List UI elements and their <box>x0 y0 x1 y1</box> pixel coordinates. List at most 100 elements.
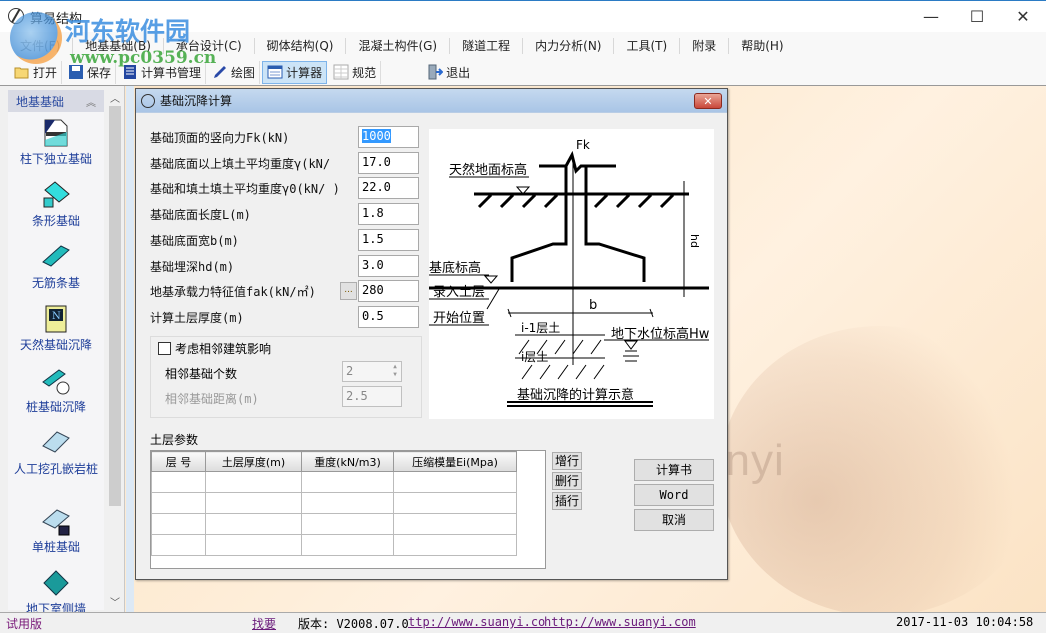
diagram-width-label: b <box>589 298 597 313</box>
bored-pile-icon <box>42 431 70 453</box>
table-cell[interactable] <box>205 534 302 556</box>
menu-file[interactable]: 文件(F) <box>8 37 74 54</box>
report-manager-button[interactable]: 计算书管理 <box>118 60 207 84</box>
diagram-base-label: 基底标高 <box>429 260 481 276</box>
soil-params-table[interactable]: 层 号 土层厚度(m) 重度(kN/m3) 压缩模量Ei(Mpa) <box>150 450 546 569</box>
menu-appendix[interactable]: 附录 <box>680 37 730 54</box>
sidebar-item-single-pile[interactable]: 单桩基础 <box>8 506 104 562</box>
embed-depth-input[interactable]: 3.0 <box>358 255 419 277</box>
table-cell[interactable] <box>393 513 517 535</box>
sidebar-header-label: 地基基础 <box>16 94 65 109</box>
table-cell[interactable] <box>151 534 206 556</box>
menu-pile-cap[interactable]: 承台设计(C) <box>164 37 255 54</box>
sidebar-item-label: 天然基础沉降 <box>19 338 92 352</box>
menu-tools[interactable]: 工具(T) <box>614 37 681 54</box>
table-row[interactable] <box>151 513 517 535</box>
table-cell[interactable] <box>393 534 517 556</box>
dialog-titlebar[interactable]: 基础沉降计算 <box>136 89 727 113</box>
code-button[interactable]: 规范 <box>329 60 382 84</box>
menu-tunnel[interactable]: 隧道工程 <box>450 37 524 54</box>
sidebar-scroll-thumb[interactable] <box>109 106 121 506</box>
column-header-modulus[interactable]: 压缩模量Ei(Mpa) <box>393 451 517 472</box>
folder-open-icon <box>14 67 29 79</box>
adjacent-building-checkbox[interactable] <box>158 342 171 355</box>
add-row-button[interactable]: 增行 <box>552 452 582 470</box>
adjacent-distance-input[interactable]: 2.5 <box>342 386 402 407</box>
menu-foundation[interactable]: 地基基础(B) <box>73 37 164 54</box>
table-cell[interactable] <box>151 513 206 535</box>
sidebar-item-pile-settlement[interactable]: 桩基础沉降 <box>8 366 104 422</box>
status-link-find[interactable]: 找要 <box>252 615 276 632</box>
table-cell[interactable] <box>301 534 394 556</box>
adjacent-count-stepper[interactable]: 2 ▲ ▼ <box>342 361 402 382</box>
menu-bar: 文件(F) 地基基础(B) 承台设计(C) 砌体结构(Q) 混凝土构件(G) 隧… <box>0 32 1046 59</box>
menu-masonry[interactable]: 砌体结构(Q) <box>255 37 347 54</box>
layer-thickness-input[interactable]: 0.5 <box>358 306 419 328</box>
save-button[interactable]: 保存 <box>64 60 117 84</box>
close-button[interactable]: ✕ <box>1000 1 1046 32</box>
menu-help[interactable]: 帮助(H) <box>729 38 795 54</box>
table-cell[interactable] <box>301 513 394 535</box>
svg-text:N: N <box>52 311 61 322</box>
column-header-unit-weight[interactable]: 重度(kN/m3) <box>301 451 394 472</box>
table-cell[interactable] <box>205 471 302 493</box>
cancel-button[interactable]: 取消 <box>634 509 714 531</box>
minimize-button[interactable]: — <box>908 1 954 32</box>
table-row[interactable] <box>151 471 517 493</box>
website-link-1[interactable]: ttp://www.suanyi.co <box>408 615 545 629</box>
table-cell[interactable] <box>151 492 206 514</box>
table-cell[interactable] <box>151 471 206 493</box>
avg-unit-weight-input[interactable]: 22.0 <box>358 177 419 199</box>
sidebar-scrollbar[interactable]: ︿ ﹀ <box>107 90 123 610</box>
sidebar-item-natural-settlement[interactable]: N 天然基础沉降 <box>8 304 104 360</box>
menu-concrete[interactable]: 混凝土构件(G) <box>346 37 451 54</box>
sidebar-header[interactable]: 地基基础 ︽ <box>8 90 104 112</box>
delete-row-button[interactable]: 删行 <box>552 472 582 490</box>
table-cell[interactable] <box>393 492 517 514</box>
scroll-down-icon[interactable]: ﹀ <box>107 594 123 610</box>
table-row[interactable] <box>151 492 517 514</box>
insert-row-button[interactable]: 插行 <box>552 492 582 510</box>
report-button[interactable]: 计算书 <box>634 459 714 481</box>
sidebar-item-bored-pile[interactable]: 人工挖孔嵌岩桩 <box>8 428 104 500</box>
basement-wall-icon <box>43 570 69 596</box>
adjacent-building-label: 考虑相邻建筑影响 <box>175 342 272 356</box>
exit-button[interactable]: 退出 <box>423 61 474 84</box>
dialog-close-button[interactable]: ✕ <box>694 93 722 109</box>
column-header-layer-no[interactable]: 层 号 <box>151 451 206 472</box>
scroll-up-icon[interactable]: ︿ <box>107 90 123 106</box>
calculator-icon <box>267 65 283 79</box>
window-title: 算易结构 <box>30 12 83 27</box>
settlement-schematic: Fk 天然地面标高 hd 基底标高 录入土层 开始位置 b i-1层土 i层土 … <box>429 138 710 407</box>
maximize-button[interactable]: ☐ <box>954 1 1000 32</box>
version-status: 版本: V2008.07.0 <box>298 617 409 631</box>
calculator-button[interactable]: 计算器 <box>262 60 328 84</box>
fill-unit-weight-input[interactable]: 17.0 <box>358 152 419 174</box>
adjacent-building-checkbox-row[interactable]: 考虑相邻建筑影响 <box>158 340 271 357</box>
spin-arrows-icon[interactable]: ▲ ▼ <box>390 363 400 380</box>
sidebar-item-strip-footing[interactable]: 条形基础 <box>8 180 104 236</box>
column-header-thickness[interactable]: 土层厚度(m) <box>205 451 302 472</box>
table-cell[interactable] <box>205 492 302 514</box>
table-cell[interactable] <box>301 492 394 514</box>
field-label-layer-thickness: 计算土层厚度(m) <box>150 311 244 325</box>
table-cell[interactable] <box>205 513 302 535</box>
sidebar-item-plain-strip-footing[interactable]: 无筋条基 <box>8 242 104 298</box>
menu-internal-force[interactable]: 内力分析(N) <box>523 37 615 54</box>
table-row[interactable] <box>151 534 517 556</box>
table-cell[interactable] <box>393 471 517 493</box>
collapse-chevron-icon[interactable]: ︽ <box>86 94 96 109</box>
single-pile-icon <box>42 509 70 536</box>
open-button[interactable]: 打开 <box>10 60 63 84</box>
base-width-input[interactable]: 1.5 <box>358 229 419 251</box>
base-length-input[interactable]: 1.8 <box>358 203 419 225</box>
table-cell[interactable] <box>301 471 394 493</box>
draw-button[interactable]: 绘图 <box>208 60 261 84</box>
website-link-2[interactable]: http://www.suanyi.com <box>544 615 696 629</box>
vertical-force-input[interactable]: 1000 <box>358 126 419 148</box>
bearing-capacity-browse-button[interactable]: ... <box>340 282 357 300</box>
panel-splitter[interactable] <box>126 86 134 612</box>
sidebar-item-isolated-footing[interactable]: 柱下独立基础 <box>8 118 104 174</box>
word-export-button[interactable]: Word <box>634 484 714 506</box>
bearing-capacity-input[interactable]: 280 <box>358 280 419 302</box>
